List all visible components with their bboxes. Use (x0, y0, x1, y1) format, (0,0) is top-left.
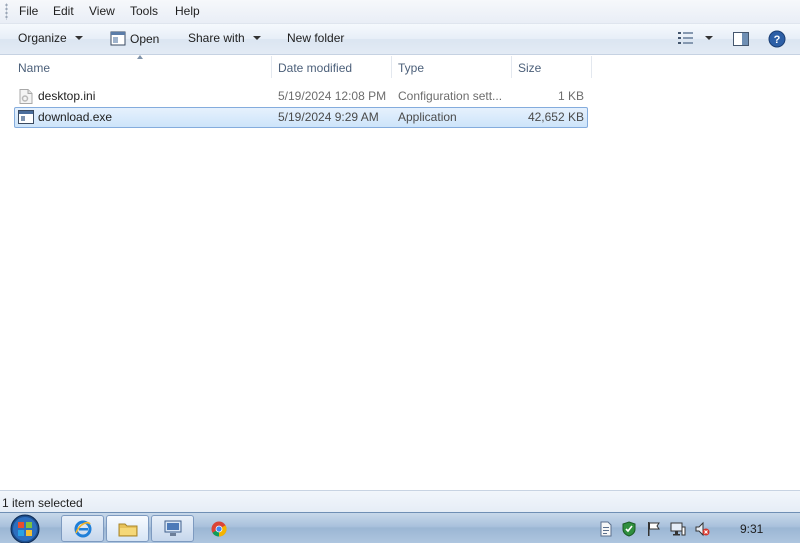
share-with-button[interactable]: Share with (188, 31, 261, 45)
file-size: 42,652 KB (527, 110, 584, 124)
open-app-icon (110, 31, 126, 46)
settings-file-icon (19, 89, 33, 104)
new-folder-button[interactable]: New folder (287, 31, 344, 45)
document-icon[interactable] (598, 521, 614, 537)
organize-label: Organize (18, 31, 67, 45)
taskbar: 9:31 (0, 512, 800, 543)
application-icon (18, 110, 34, 124)
menu-file[interactable]: File (19, 4, 38, 18)
taskbar-chrome[interactable] (197, 515, 240, 542)
column-header-date-modified[interactable]: Date modified (272, 56, 392, 80)
svg-text:?: ? (774, 34, 781, 46)
help-icon: ? (768, 30, 786, 48)
column-divider[interactable] (591, 56, 592, 78)
menu-edit[interactable]: Edit (53, 4, 74, 18)
file-type: Configuration sett... (398, 89, 503, 103)
folder-icon (118, 523, 138, 537)
file-name: download.exe (38, 110, 113, 124)
menu-help[interactable]: Help (175, 4, 200, 18)
internet-explorer-icon (74, 520, 92, 538)
file-name: desktop.ini (38, 89, 96, 103)
open-label: Open (130, 31, 160, 46)
open-button[interactable]: Open (110, 31, 159, 46)
file-type: Application (398, 110, 457, 124)
taskbar-ie[interactable] (61, 515, 104, 542)
taskbar-remote-desktop[interactable] (151, 515, 194, 542)
preview-pane-button[interactable] (733, 32, 749, 46)
file-row[interactable]: desktop.ini 5/19/2024 12:08 PM Configura… (14, 86, 588, 107)
column-header-size[interactable]: Size (512, 56, 592, 80)
share-with-label: Share with (188, 31, 245, 45)
volume-muted-icon[interactable] (694, 521, 710, 537)
details-view-icon (678, 32, 693, 44)
menu-bar: File Edit View Tools Help (0, 0, 800, 24)
change-view-button[interactable] (678, 32, 713, 44)
column-header-name[interactable]: Name (12, 56, 272, 80)
flag-icon[interactable] (646, 521, 662, 537)
start-button[interactable] (7, 514, 44, 543)
taskbar-explorer[interactable] (106, 515, 149, 542)
menu-grip (5, 3, 8, 20)
new-folder-label: New folder (287, 31, 345, 45)
menu-view[interactable]: View (89, 4, 115, 18)
preview-pane-icon (733, 32, 749, 46)
chrome-icon (211, 521, 227, 537)
selection-status: 1 item selected (2, 496, 83, 510)
command-bar: Organize Open Share with New folder ? (0, 24, 800, 55)
chevron-down-icon (74, 36, 83, 40)
chevron-down-icon (705, 36, 713, 40)
menu-tools[interactable]: Tools (130, 4, 158, 18)
security-shield-icon[interactable] (621, 521, 637, 537)
network-icon[interactable] (670, 521, 686, 537)
file-date: 5/19/2024 12:08 PM (278, 89, 387, 103)
help-button[interactable]: ? (768, 30, 786, 48)
chevron-down-icon (252, 36, 261, 40)
status-bar: 1 item selected (0, 490, 800, 512)
file-size: 1 KB (557, 89, 584, 103)
organize-button[interactable]: Organize (18, 31, 83, 45)
system-clock[interactable]: 9:31 (740, 522, 763, 536)
remote-desktop-icon (164, 520, 182, 536)
column-header-type[interactable]: Type (392, 56, 512, 80)
file-row-selected[interactable]: download.exe 5/19/2024 9:29 AM Applicati… (14, 107, 588, 128)
file-date: 5/19/2024 9:29 AM (278, 110, 379, 124)
